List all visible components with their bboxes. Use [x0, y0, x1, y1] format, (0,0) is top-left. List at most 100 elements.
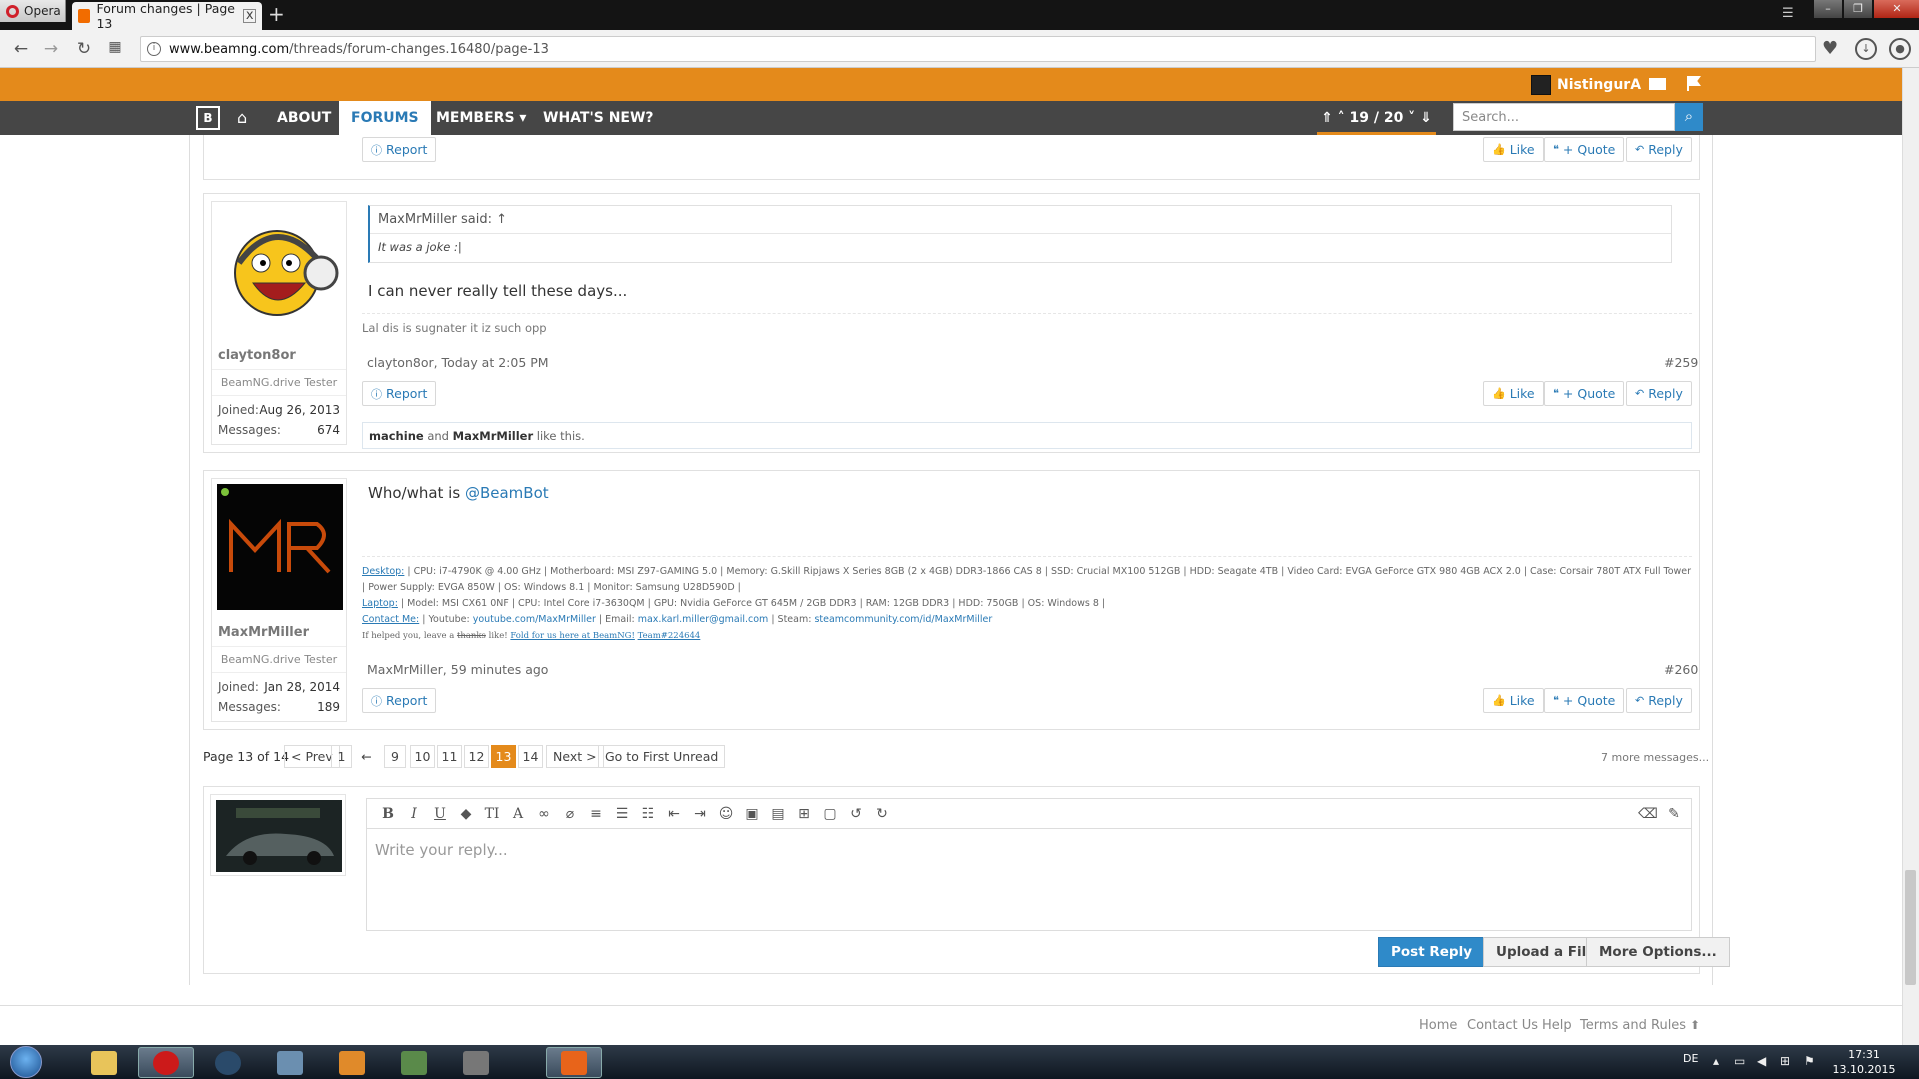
outdent-icon[interactable]: ⇤: [663, 806, 685, 822]
unlink-icon[interactable]: ⌀: [559, 806, 581, 822]
page-jump-arrow[interactable]: ←: [356, 745, 377, 768]
italic-icon[interactable]: I: [403, 806, 425, 822]
liker-maxmrmiller[interactable]: MaxMrMiller: [453, 429, 533, 443]
username[interactable]: clayton8or: [212, 342, 346, 363]
speed-dial-icon[interactable]: ▦: [104, 39, 126, 55]
taskbar-app-4[interactable]: [262, 1047, 318, 1078]
footer-help-link[interactable]: Help: [1542, 1018, 1572, 1033]
font-family-icon[interactable]: A: [507, 806, 529, 822]
indent-icon[interactable]: ⇥: [689, 806, 711, 822]
quote-author[interactable]: MaxMrMiller said: ↑: [370, 206, 1671, 234]
report-button[interactable]: ⓘ Report: [362, 688, 437, 713]
language-indicator[interactable]: DE: [1683, 1052, 1698, 1065]
like-button[interactable]: 👍 Like: [1483, 137, 1544, 162]
quote-button[interactable]: ❝ + Quote: [1544, 137, 1625, 162]
post-permalink[interactable]: #260: [1664, 662, 1698, 677]
reply-button[interactable]: ↶ Reply: [1626, 688, 1692, 713]
quote-button[interactable]: ❝ + Quote: [1544, 381, 1625, 406]
like-button[interactable]: 👍 Like: [1483, 688, 1544, 713]
taskbar-explorer[interactable]: [76, 1047, 132, 1078]
footer-home-link[interactable]: Home: [1419, 1018, 1457, 1033]
opera-menu-button[interactable]: Opera: [0, 0, 66, 22]
smilie-icon[interactable]: ☺: [715, 806, 737, 822]
new-tab-button[interactable]: +: [268, 4, 285, 24]
report-button[interactable]: ⓘ Report: [362, 137, 437, 162]
page-link-1[interactable]: 1: [331, 745, 352, 768]
site-info-icon[interactable]: i: [147, 42, 161, 56]
underline-icon[interactable]: U: [429, 806, 451, 822]
remove-format-icon[interactable]: ⌫: [1637, 806, 1659, 822]
nav-about[interactable]: ABOUT: [265, 101, 343, 135]
taskbar-app-6[interactable]: [386, 1047, 442, 1078]
beamng-logo-icon[interactable]: B: [196, 106, 220, 130]
footer-terms-link[interactable]: Terms and Rules: [1580, 1018, 1686, 1033]
volume-icon[interactable]: ◀: [1757, 1054, 1766, 1068]
download-icon[interactable]: ↓: [1855, 38, 1877, 60]
like-button[interactable]: 👍 Like: [1483, 381, 1544, 406]
messages-count[interactable]: 674: [317, 420, 340, 440]
post-author-time[interactable]: MaxMrMiller, 59 minutes ago: [367, 662, 548, 677]
close-window-icon[interactable]: ✕: [1874, 0, 1919, 18]
next-page-link[interactable]: Next >: [546, 745, 604, 768]
page-link-11[interactable]: 11: [437, 745, 462, 768]
back-icon[interactable]: ←: [10, 39, 32, 59]
messages-count[interactable]: 189: [317, 697, 340, 717]
reload-icon[interactable]: ↻: [73, 39, 95, 59]
footer-contact-link[interactable]: Contact Us: [1467, 1018, 1538, 1033]
avatar[interactable]: [217, 207, 343, 333]
action-center-flag-icon[interactable]: ⚑: [1804, 1054, 1815, 1068]
heart-icon[interactable]: ♥: [1822, 38, 1838, 59]
align-icon[interactable]: ≡: [585, 806, 607, 822]
report-button[interactable]: ⓘ Report: [362, 381, 437, 406]
post-author-time[interactable]: clayton8or, Today at 2:05 PM: [367, 355, 549, 370]
inbox-icon[interactable]: [1649, 78, 1666, 90]
reply-textarea[interactable]: Write your reply...: [366, 828, 1692, 931]
search-input[interactable]: Search...: [1453, 103, 1675, 131]
nav-members[interactable]: MEMBERS ▾: [424, 101, 538, 135]
scrollbar-thumb[interactable]: [1905, 870, 1916, 985]
avatar[interactable]: [217, 484, 343, 610]
taskbar-app-7[interactable]: [448, 1047, 504, 1078]
network-icon[interactable]: ▭: [1734, 1054, 1745, 1068]
taskbar-app-8[interactable]: [546, 1047, 602, 1078]
taskbar-media-player[interactable]: [324, 1047, 380, 1078]
font-size-icon[interactable]: TI: [481, 806, 503, 822]
tab-close-icon[interactable]: x: [243, 9, 256, 23]
visitor-username[interactable]: NistingurA: [1557, 77, 1641, 93]
browser-tab[interactable]: Forum changes | Page 13 x: [72, 1, 262, 31]
url-field[interactable]: i www.beamng.com/threads/forum-changes.1…: [140, 36, 1816, 62]
avatar[interactable]: [216, 800, 342, 872]
page-link-14[interactable]: 14: [518, 745, 543, 768]
insert-icon[interactable]: ⊞: [793, 806, 815, 822]
minimize-icon[interactable]: –: [1814, 0, 1842, 18]
nav-forums[interactable]: FORUMS: [339, 101, 431, 135]
wrench-icon[interactable]: ✎: [1663, 806, 1685, 822]
draft-save-icon[interactable]: ▢: [819, 806, 841, 822]
maximize-icon[interactable]: ❐: [1844, 0, 1872, 18]
more-options-button[interactable]: More Options...: [1586, 937, 1730, 967]
alerts-flag-icon[interactable]: [1686, 75, 1702, 91]
home-icon[interactable]: ⌂: [237, 108, 247, 127]
undo-icon[interactable]: ↺: [845, 806, 867, 822]
image-icon[interactable]: ▣: [741, 806, 763, 822]
nav-whats-new[interactable]: WHAT'S NEW?: [531, 101, 666, 135]
username[interactable]: MaxMrMiller: [212, 619, 346, 640]
page-link-9[interactable]: 9: [384, 745, 406, 768]
scroll-top-icon[interactable]: ⬆: [1690, 1018, 1700, 1032]
first-unread-link[interactable]: Go to First Unread: [598, 745, 726, 768]
search-icon[interactable]: ⌕: [1675, 103, 1703, 131]
bullet-list-icon[interactable]: ☰: [611, 806, 633, 822]
page-link-current[interactable]: 13: [491, 745, 516, 768]
reply-button[interactable]: ↶ Reply: [1626, 137, 1692, 162]
account-icon[interactable]: ●: [1889, 38, 1911, 60]
page-link-12[interactable]: 12: [464, 745, 489, 768]
numbered-list-icon[interactable]: ☷: [637, 806, 659, 822]
text-color-icon[interactable]: ◆: [455, 806, 477, 822]
taskbar-clock[interactable]: 17:31 13.10.2015: [1828, 1047, 1900, 1077]
media-icon[interactable]: ▤: [767, 806, 789, 822]
forward-icon[interactable]: →: [40, 39, 62, 59]
redo-icon[interactable]: ↻: [871, 806, 893, 822]
page-link-10[interactable]: 10: [410, 745, 435, 768]
sig-steam-link[interactable]: steamcommunity.com/id/MaxMrMiller: [814, 614, 992, 625]
more-messages-link[interactable]: 7 more messages...: [1601, 751, 1709, 764]
